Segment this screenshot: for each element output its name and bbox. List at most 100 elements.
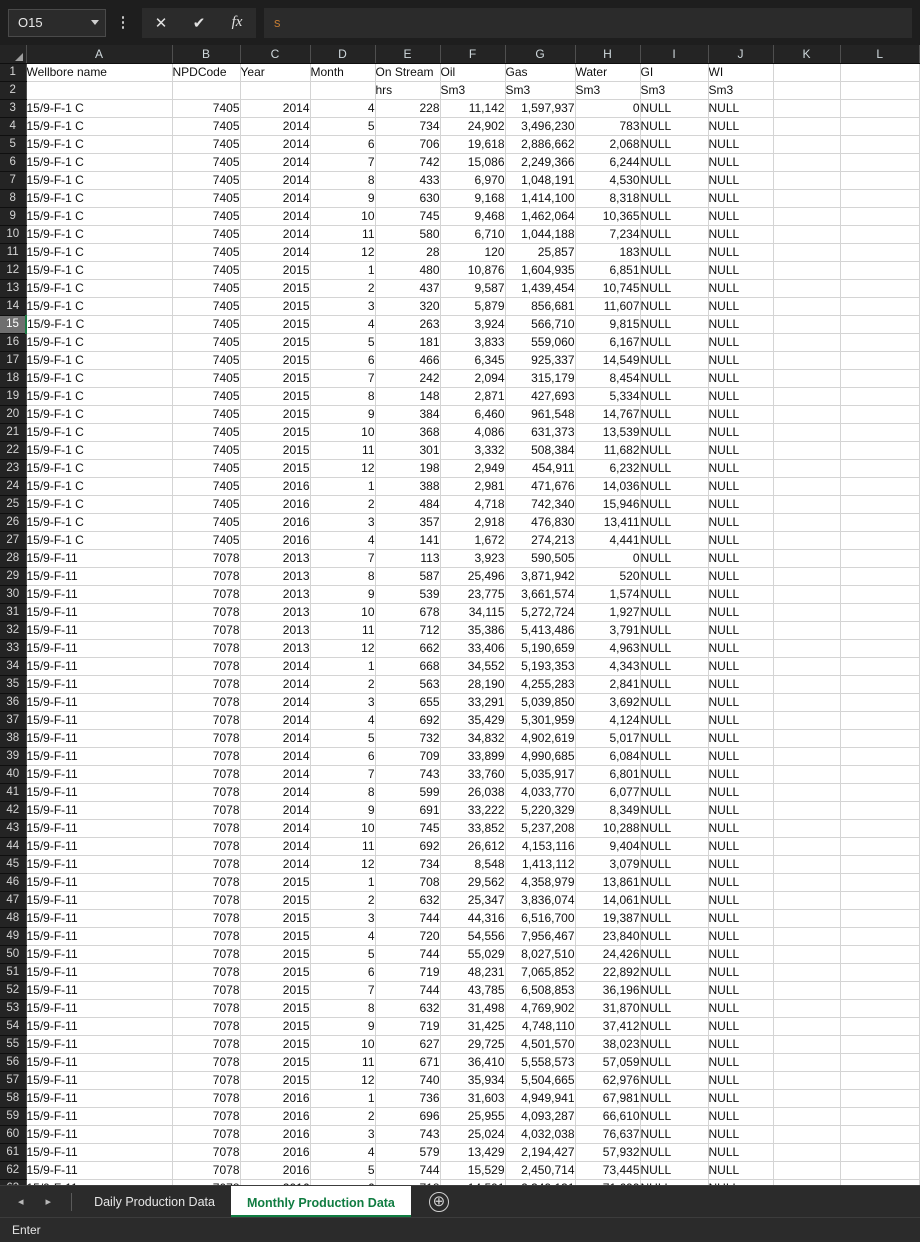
cell-C8[interactable]: 2014 — [240, 189, 311, 208]
cell-F10[interactable]: 6,710 — [440, 225, 506, 244]
cell-E56[interactable]: 671 — [375, 1053, 441, 1072]
cell-K11[interactable] — [773, 243, 841, 262]
cell-H60[interactable]: 76,637 — [575, 1125, 641, 1144]
table-row[interactable]: 14 15/9-F-1 C 7405 2015 3 320 5,879 856,681 11,6… — [0, 297, 920, 316]
cell-I55[interactable]: NULL — [640, 1035, 709, 1054]
cell-H40[interactable]: 6,801 — [575, 765, 641, 784]
cell-J3[interactable]: NULL — [708, 99, 774, 118]
cell-D49[interactable]: 4 — [310, 927, 376, 946]
table-row[interactable]: 55 15/9-F-11 7078 2015 10 627 29,725 4,501,570 3… — [0, 1035, 920, 1054]
cell-E1[interactable]: On Stream — [375, 63, 441, 82]
cell-B34[interactable]: 7078 — [172, 657, 241, 676]
cell-G1[interactable]: Gas — [505, 63, 576, 82]
cell-H46[interactable]: 13,861 — [575, 873, 641, 892]
cell-H55[interactable]: 38,023 — [575, 1035, 641, 1054]
cell-A20[interactable]: 15/9-F-1 C — [26, 405, 173, 424]
cell-K27[interactable] — [773, 531, 841, 550]
cell-J27[interactable]: NULL — [708, 531, 774, 550]
cell-K16[interactable] — [773, 333, 841, 352]
cell-A1[interactable]: Wellbore name — [26, 63, 173, 82]
cell-G49[interactable]: 7,956,467 — [505, 927, 576, 946]
cell-D6[interactable]: 7 — [310, 153, 376, 172]
cell-J62[interactable]: NULL — [708, 1161, 774, 1180]
cell-D16[interactable]: 5 — [310, 333, 376, 352]
cell-L44[interactable] — [840, 837, 920, 856]
cell-E39[interactable]: 709 — [375, 747, 441, 766]
cell-B58[interactable]: 7078 — [172, 1089, 241, 1108]
cell-K7[interactable] — [773, 171, 841, 190]
cell-G16[interactable]: 559,060 — [505, 333, 576, 352]
cell-B36[interactable]: 7078 — [172, 693, 241, 712]
cell-D21[interactable]: 10 — [310, 423, 376, 442]
cell-L24[interactable] — [840, 477, 920, 496]
cell-D19[interactable]: 8 — [310, 387, 376, 406]
cell-B17[interactable]: 7405 — [172, 351, 241, 370]
cell-L59[interactable] — [840, 1107, 920, 1126]
cell-G14[interactable]: 856,681 — [505, 297, 576, 316]
cell-E23[interactable]: 198 — [375, 459, 441, 478]
column-header-k[interactable]: K — [773, 45, 841, 64]
cell-C54[interactable]: 2015 — [240, 1017, 311, 1036]
cell-K47[interactable] — [773, 891, 841, 910]
row-header-25[interactable]: 25 — [0, 495, 27, 514]
cell-B11[interactable]: 7405 — [172, 243, 241, 262]
cell-G47[interactable]: 3,836,074 — [505, 891, 576, 910]
cell-F35[interactable]: 28,190 — [440, 675, 506, 694]
cell-L17[interactable] — [840, 351, 920, 370]
cell-C45[interactable]: 2014 — [240, 855, 311, 874]
cell-C47[interactable]: 2015 — [240, 891, 311, 910]
cell-E5[interactable]: 706 — [375, 135, 441, 154]
cell-L16[interactable] — [840, 333, 920, 352]
cell-I60[interactable]: NULL — [640, 1125, 709, 1144]
cell-B9[interactable]: 7405 — [172, 207, 241, 226]
cell-L26[interactable] — [840, 513, 920, 532]
cell-H17[interactable]: 14,549 — [575, 351, 641, 370]
cell-E42[interactable]: 691 — [375, 801, 441, 820]
cell-I2[interactable]: Sm3 — [640, 81, 709, 100]
cell-L30[interactable] — [840, 585, 920, 604]
cancel-icon[interactable]: ✕ — [142, 7, 180, 38]
cell-G39[interactable]: 4,990,685 — [505, 747, 576, 766]
cell-F1[interactable]: Oil — [440, 63, 506, 82]
cell-G17[interactable]: 925,337 — [505, 351, 576, 370]
cell-A24[interactable]: 15/9-F-1 C — [26, 477, 173, 496]
cell-K42[interactable] — [773, 801, 841, 820]
row-header-14[interactable]: 14 — [0, 297, 27, 316]
cell-J46[interactable]: NULL — [708, 873, 774, 892]
cell-B47[interactable]: 7078 — [172, 891, 241, 910]
cell-E45[interactable]: 734 — [375, 855, 441, 874]
cell-E57[interactable]: 740 — [375, 1071, 441, 1090]
cell-C40[interactable]: 2014 — [240, 765, 311, 784]
cell-K43[interactable] — [773, 819, 841, 838]
cell-G34[interactable]: 5,193,353 — [505, 657, 576, 676]
cell-G61[interactable]: 2,194,427 — [505, 1143, 576, 1162]
cell-J51[interactable]: NULL — [708, 963, 774, 982]
cell-A61[interactable]: 15/9-F-11 — [26, 1143, 173, 1162]
row-header-35[interactable]: 35 — [0, 675, 27, 694]
cell-D52[interactable]: 7 — [310, 981, 376, 1000]
cell-C28[interactable]: 2013 — [240, 549, 311, 568]
cell-D62[interactable]: 5 — [310, 1161, 376, 1180]
cell-D11[interactable]: 12 — [310, 243, 376, 262]
cell-G22[interactable]: 508,384 — [505, 441, 576, 460]
cell-I52[interactable]: NULL — [640, 981, 709, 1000]
cell-L46[interactable] — [840, 873, 920, 892]
cell-K37[interactable] — [773, 711, 841, 730]
cell-G32[interactable]: 5,413,486 — [505, 621, 576, 640]
cell-F36[interactable]: 33,291 — [440, 693, 506, 712]
cell-J36[interactable]: NULL — [708, 693, 774, 712]
table-row[interactable]: 25 15/9-F-1 C 7405 2016 2 484 4,718 742,340 15,9… — [0, 495, 920, 514]
cell-H9[interactable]: 10,365 — [575, 207, 641, 226]
cell-A27[interactable]: 15/9-F-1 C — [26, 531, 173, 550]
column-header-j[interactable]: J — [708, 45, 774, 64]
cell-F26[interactable]: 2,918 — [440, 513, 506, 532]
cell-H39[interactable]: 6,084 — [575, 747, 641, 766]
cell-D61[interactable]: 4 — [310, 1143, 376, 1162]
cell-C33[interactable]: 2013 — [240, 639, 311, 658]
cell-K2[interactable] — [773, 81, 841, 100]
next-sheet-icon[interactable]: ▸ — [46, 1195, 52, 1208]
cell-A29[interactable]: 15/9-F-11 — [26, 567, 173, 586]
cell-L22[interactable] — [840, 441, 920, 460]
cell-I25[interactable]: NULL — [640, 495, 709, 514]
cell-B46[interactable]: 7078 — [172, 873, 241, 892]
